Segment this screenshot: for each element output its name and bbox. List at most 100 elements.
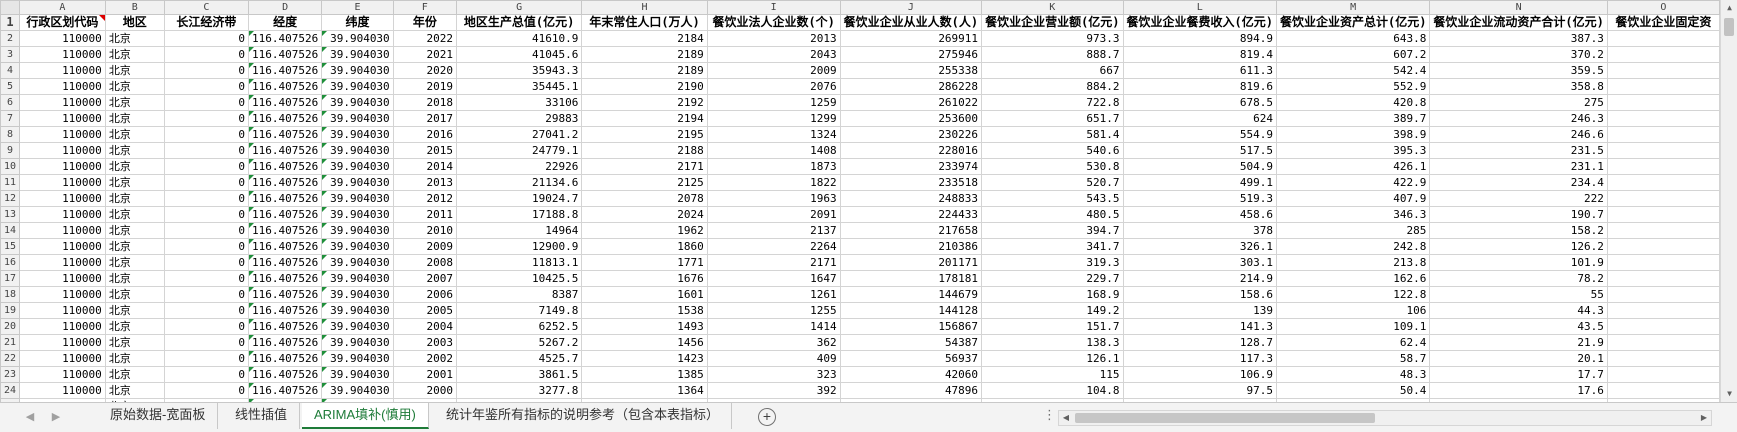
cell-current[interactable]: 44.3: [1429, 302, 1608, 319]
cell-assets[interactable]: 109.1: [1275, 318, 1431, 335]
cell-current[interactable]: 222: [1429, 190, 1608, 207]
cell-code[interactable]: 110000: [19, 302, 106, 319]
cell-pop[interactable]: 1364: [581, 382, 708, 399]
cell-current[interactable]: 21.9: [1429, 334, 1608, 351]
cell-rev[interactable]: 888.7: [981, 46, 1124, 63]
cell-year[interactable]: 2022: [392, 30, 457, 47]
more-options-icon[interactable]: ⋮: [1043, 407, 1056, 423]
cell-lat[interactable]: 39.904030: [321, 62, 394, 79]
row-header[interactable]: 8: [0, 126, 21, 143]
column-header-F[interactable]: F: [392, 0, 457, 15]
cell-rev[interactable]: 530.8: [981, 158, 1124, 175]
cell-year[interactable]: 2007: [392, 270, 457, 287]
cell-firms[interactable]: 2009: [706, 62, 841, 79]
cell-assets[interactable]: 542.4: [1275, 62, 1431, 79]
cell-lat[interactable]: 39.904030: [321, 286, 394, 303]
cell-lat[interactable]: 39.904030: [321, 382, 394, 399]
row-header[interactable]: 14: [0, 222, 21, 239]
cell-yangtze[interactable]: 0: [163, 270, 250, 287]
cell-pop[interactable]: 1423: [581, 350, 708, 367]
cell-emp[interactable]: 144128: [839, 302, 983, 319]
header-cell[interactable]: 地区生产总值(亿元): [455, 14, 583, 31]
row-header[interactable]: 24: [0, 382, 21, 399]
cell-pop[interactable]: 1538: [581, 302, 708, 319]
row-header[interactable]: 11: [0, 174, 21, 191]
row-header[interactable]: 21: [0, 334, 21, 351]
cell-empty[interactable]: [1606, 110, 1720, 127]
cell-yangtze[interactable]: 0: [163, 302, 250, 319]
row-header[interactable]: 6: [0, 94, 21, 111]
cell-pop[interactable]: 1456: [581, 334, 708, 351]
cell-assets[interactable]: 106: [1275, 302, 1431, 319]
cell-year[interactable]: 2020: [392, 62, 457, 79]
cell-yangtze[interactable]: 0: [163, 142, 250, 159]
cell-rev[interactable]: 126.1: [981, 350, 1124, 367]
cell-current[interactable]: 387.3: [1429, 30, 1608, 47]
cell-empty[interactable]: [1606, 366, 1720, 383]
cell-firms[interactable]: 1873: [706, 158, 841, 175]
cell-yangtze[interactable]: 0: [163, 126, 250, 143]
prev-sheet-icon[interactable]: ◀: [22, 409, 38, 425]
cell-code[interactable]: 110000: [19, 110, 106, 127]
header-cell[interactable]: 年份: [392, 14, 457, 31]
cell-code[interactable]: 110000: [19, 222, 106, 239]
cell-rev[interactable]: 151.7: [981, 318, 1124, 335]
cell-gdp[interactable]: 6252.5: [455, 318, 583, 335]
cell-emp[interactable]: 178181: [839, 270, 983, 287]
cell-year[interactable]: 2004: [392, 318, 457, 335]
row-header[interactable]: 12: [0, 190, 21, 207]
cell-pop[interactable]: 1601: [581, 286, 708, 303]
cell-assets[interactable]: 643.8: [1275, 30, 1431, 47]
cell-current[interactable]: 126.2: [1429, 238, 1608, 255]
header-cell[interactable]: 长江经济带: [163, 14, 250, 31]
cell-current[interactable]: 55: [1429, 286, 1608, 303]
cell-meal[interactable]: 504.9: [1122, 158, 1277, 175]
cell-region[interactable]: 北京: [104, 366, 165, 383]
cell-emp[interactable]: 54387: [839, 334, 983, 351]
cell-code[interactable]: 110000: [19, 78, 106, 95]
cell-lng[interactable]: 116.407526: [248, 238, 323, 255]
cell-current[interactable]: 275: [1429, 94, 1608, 111]
cell-assets[interactable]: 407.9: [1275, 190, 1431, 207]
cell-year[interactable]: 2019: [392, 78, 457, 95]
cell-pop[interactable]: 2171: [581, 158, 708, 175]
cell-lat[interactable]: 39.904030: [321, 190, 394, 207]
cell-region[interactable]: 北京: [104, 158, 165, 175]
cell-pop[interactable]: 1962: [581, 222, 708, 239]
cell-emp[interactable]: 230226: [839, 126, 983, 143]
cell-pop[interactable]: 2192: [581, 94, 708, 111]
sheet-tab[interactable]: 线性插值: [223, 403, 301, 429]
cell-firms[interactable]: 409: [706, 350, 841, 367]
vertical-scrollbar[interactable]: ▲ ▼: [1720, 0, 1737, 402]
cell-code[interactable]: 110000: [19, 62, 106, 79]
cell-assets[interactable]: 48.3: [1275, 366, 1431, 383]
cell-rev[interactable]: 540.6: [981, 142, 1124, 159]
cell-firms[interactable]: 2171: [706, 254, 841, 271]
cell-region[interactable]: 北京: [104, 78, 165, 95]
cell-empty[interactable]: [1606, 78, 1720, 95]
row-header[interactable]: 17: [0, 270, 21, 287]
cell-yangtze[interactable]: 0: [163, 78, 250, 95]
cell-empty[interactable]: [1606, 94, 1720, 111]
cell-lng[interactable]: 116.407526: [248, 62, 323, 79]
cell-rev[interactable]: 543.5: [981, 190, 1124, 207]
cell-firms[interactable]: 2013: [706, 30, 841, 47]
header-cell[interactable]: 餐饮业企业从业人数(人): [839, 14, 983, 31]
cell-current[interactable]: 231.5: [1429, 142, 1608, 159]
header-cell[interactable]: 餐饮业企业资产总计(亿元): [1275, 14, 1431, 31]
cell-emp[interactable]: 210386: [839, 238, 983, 255]
cell-emp[interactable]: 233974: [839, 158, 983, 175]
cell-rev[interactable]: 667: [981, 62, 1124, 79]
cell-emp[interactable]: 56937: [839, 350, 983, 367]
cell-code[interactable]: 110000: [19, 206, 106, 223]
cell-yangtze[interactable]: 0: [163, 46, 250, 63]
header-cell[interactable]: 地区: [104, 14, 165, 31]
cell-gdp[interactable]: 33106: [455, 94, 583, 111]
cell-region[interactable]: 北京: [104, 286, 165, 303]
cell-code[interactable]: 110000: [19, 158, 106, 175]
cell-year[interactable]: 2009: [392, 238, 457, 255]
cell-current[interactable]: 246.6: [1429, 126, 1608, 143]
cell-year[interactable]: 2005: [392, 302, 457, 319]
cell-yangtze[interactable]: 0: [163, 350, 250, 367]
cell-lat[interactable]: 39.904030: [321, 110, 394, 127]
